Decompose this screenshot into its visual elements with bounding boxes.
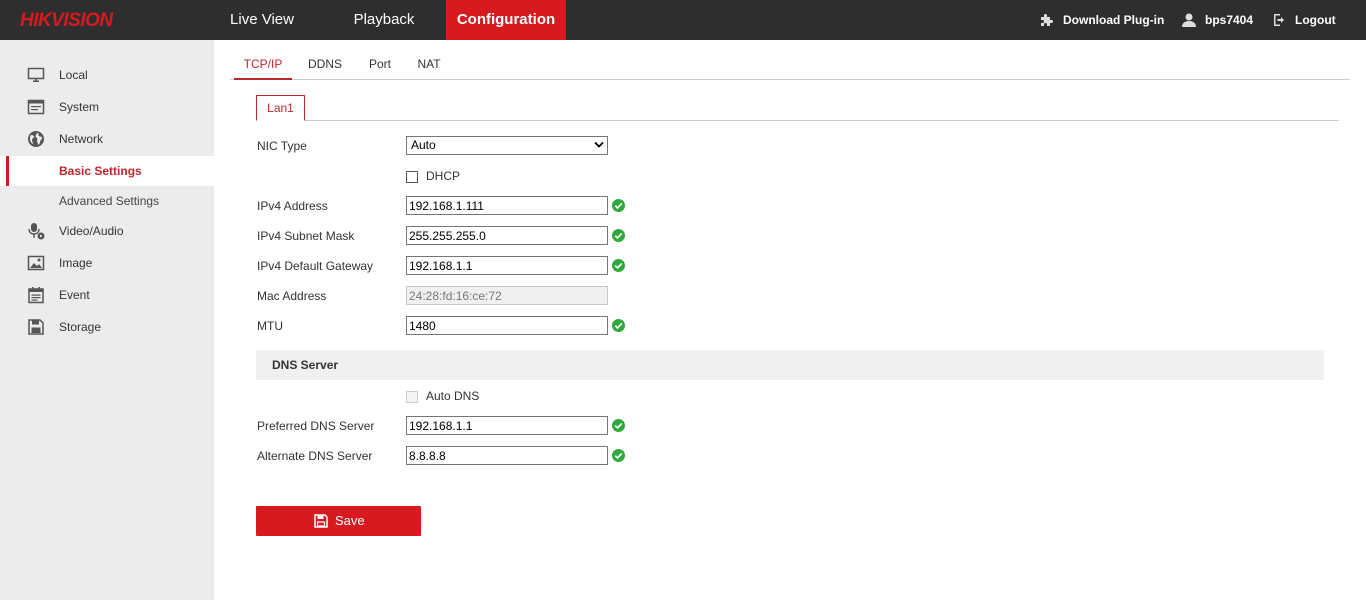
nic-type-label: NIC Type bbox=[257, 139, 307, 153]
sidebar: Local System Network Basic Settings Adva… bbox=[0, 40, 214, 600]
user-icon bbox=[1182, 13, 1196, 27]
top-bar: HIKVISION Live View Playback Configurati… bbox=[0, 0, 1366, 40]
ipv4-subnet-mask-input[interactable] bbox=[406, 226, 608, 245]
sidebar-item-video-audio[interactable]: Video/Audio bbox=[0, 216, 214, 246]
dns-section-header: DNS Server bbox=[256, 350, 1324, 380]
logout-label: Logout bbox=[1295, 13, 1336, 27]
microphone-icon bbox=[28, 223, 45, 240]
sidebar-item-advanced-settings[interactable]: Advanced Settings bbox=[0, 186, 214, 216]
auto-dns-checkbox[interactable] bbox=[406, 391, 418, 403]
chevron-down-icon bbox=[594, 141, 604, 148]
hikvision-logo: HIKVISION bbox=[20, 10, 115, 31]
nav-configuration[interactable]: Configuration bbox=[446, 0, 566, 40]
subtab-lan1[interactable]: Lan1 bbox=[256, 95, 305, 121]
valid-check-icon bbox=[612, 449, 625, 462]
tab-port[interactable]: Port bbox=[362, 50, 398, 80]
sidebar-item-label: Local bbox=[59, 68, 88, 82]
ipv4-gateway-label: IPv4 Default Gateway bbox=[257, 259, 374, 273]
preferred-dns-label: Preferred DNS Server bbox=[257, 419, 375, 433]
valid-check-icon bbox=[612, 199, 625, 212]
preferred-dns-input[interactable] bbox=[406, 416, 608, 435]
sidebar-item-label: Storage bbox=[59, 320, 102, 334]
mac-address-label: Mac Address bbox=[257, 289, 327, 303]
sidebar-item-network[interactable]: Network bbox=[0, 124, 214, 154]
sidebar-item-label: Video/Audio bbox=[59, 224, 124, 238]
dhcp-checkbox[interactable] bbox=[406, 171, 418, 183]
nav-live-view[interactable]: Live View bbox=[212, 0, 312, 40]
auto-dns-label: Auto DNS bbox=[426, 389, 480, 403]
valid-check-icon bbox=[612, 229, 625, 242]
dhcp-label: DHCP bbox=[426, 169, 461, 183]
alternate-dns-input[interactable] bbox=[406, 446, 608, 465]
mtu-label: MTU bbox=[257, 319, 283, 333]
tab-ddns[interactable]: DDNS bbox=[302, 50, 348, 80]
sidebar-item-label: Network bbox=[59, 132, 104, 146]
ipv4-subnet-mask-label: IPv4 Subnet Mask bbox=[257, 229, 355, 243]
sidebar-item-label: Advanced Settings bbox=[59, 194, 160, 208]
ipv4-gateway-input[interactable] bbox=[406, 256, 608, 275]
download-plugin-label: Download Plug-in bbox=[1063, 13, 1165, 27]
valid-check-icon bbox=[612, 419, 625, 432]
save-button-label: Save bbox=[335, 513, 365, 528]
sidebar-item-local[interactable]: Local bbox=[0, 60, 214, 90]
dns-section-title: DNS Server bbox=[272, 358, 339, 372]
system-icon bbox=[27, 99, 45, 115]
storage-icon bbox=[28, 319, 44, 335]
sidebar-item-label: Image bbox=[59, 256, 93, 270]
tab-tcp-ip[interactable]: TCP/IP bbox=[234, 50, 292, 80]
download-plugin-link[interactable]: Download Plug-in bbox=[1039, 0, 1164, 40]
svg-text:HIKVISION: HIKVISION bbox=[20, 10, 114, 31]
save-button[interactable]: Save bbox=[256, 506, 421, 536]
sidebar-item-label: System bbox=[59, 100, 100, 114]
ipv4-address-label: IPv4 Address bbox=[257, 199, 328, 213]
sidebar-item-system[interactable]: System bbox=[0, 92, 214, 122]
monitor-icon bbox=[27, 67, 45, 82]
nav-playback[interactable]: Playback bbox=[334, 0, 434, 40]
logout-icon bbox=[1274, 14, 1284, 26]
sidebar-item-storage[interactable]: Storage bbox=[0, 312, 214, 342]
sidebar-item-label: Event bbox=[59, 288, 90, 302]
sidebar-item-label: Basic Settings bbox=[59, 164, 142, 178]
mtu-input[interactable] bbox=[406, 316, 608, 335]
event-icon bbox=[28, 287, 44, 304]
user-menu[interactable]: bps7404 bbox=[1181, 0, 1253, 40]
floppy-disk-icon bbox=[314, 514, 328, 528]
nic-type-select[interactable]: Auto bbox=[406, 136, 608, 155]
puzzle-icon bbox=[1041, 14, 1053, 26]
globe-icon bbox=[28, 131, 44, 147]
valid-check-icon bbox=[612, 319, 625, 332]
sidebar-item-basic-settings[interactable]: Basic Settings bbox=[0, 156, 214, 186]
ipv4-address-input[interactable] bbox=[406, 196, 608, 215]
valid-check-icon bbox=[612, 259, 625, 272]
active-indicator bbox=[6, 156, 9, 186]
nic-type-value: Auto bbox=[411, 138, 436, 152]
sidebar-item-event[interactable]: Event bbox=[0, 280, 214, 310]
tab-bar: TCP/IP DDNS Port NAT bbox=[230, 50, 1350, 80]
username-label: bps7404 bbox=[1205, 13, 1254, 27]
alternate-dns-label: Alternate DNS Server bbox=[257, 449, 373, 463]
mac-address-input bbox=[406, 286, 608, 305]
sidebar-item-image[interactable]: Image bbox=[0, 248, 214, 278]
image-icon bbox=[27, 255, 45, 271]
subtab-divider bbox=[256, 120, 1339, 121]
tab-nat[interactable]: NAT bbox=[410, 50, 448, 80]
logout-link[interactable]: Logout bbox=[1273, 0, 1336, 40]
